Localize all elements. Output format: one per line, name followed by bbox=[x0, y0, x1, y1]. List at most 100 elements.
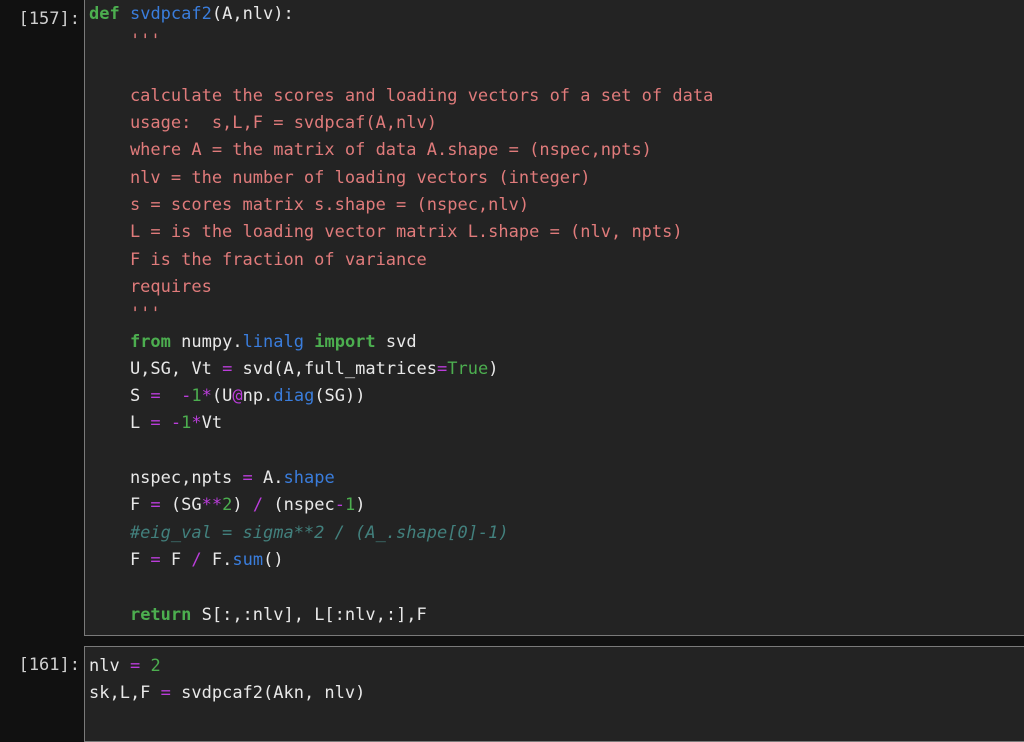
code-token: / bbox=[253, 495, 263, 515]
code-token: s = scores matrix s.shape = (nspec,nlv) bbox=[89, 195, 529, 215]
code-token: () bbox=[263, 550, 283, 570]
code-token: ** bbox=[202, 495, 222, 515]
code-line: U,SG, Vt = svd(A,full_matrices=True) bbox=[89, 356, 1024, 383]
code-token: S bbox=[89, 386, 150, 406]
code-token: (nspec bbox=[263, 495, 335, 515]
code-token bbox=[89, 59, 130, 79]
code-line: L = is the loading vector matrix L.shape… bbox=[89, 219, 1024, 246]
code-token bbox=[161, 413, 171, 433]
code-line bbox=[89, 56, 1024, 83]
code-line bbox=[89, 574, 1024, 601]
code-token: Vt bbox=[202, 413, 222, 433]
code-token: from bbox=[130, 332, 171, 352]
code-token: - bbox=[171, 413, 181, 433]
code-token: return bbox=[130, 605, 191, 625]
code-token: sum bbox=[232, 550, 263, 570]
code-line: sk,L,F = svdpcaf2(Akn, nlv) bbox=[89, 680, 1024, 707]
code-token: 1 bbox=[181, 413, 191, 433]
code-token: F bbox=[89, 495, 150, 515]
code-token: * bbox=[191, 413, 201, 433]
code-token: L bbox=[89, 413, 150, 433]
code-token bbox=[89, 577, 130, 597]
code-line: nlv = 2 bbox=[89, 653, 1024, 680]
code-line: return S[:,:nlv], L[:nlv,:],F bbox=[89, 602, 1024, 629]
code-token: import bbox=[314, 332, 375, 352]
code-token: 1 bbox=[191, 386, 201, 406]
cell-prompt-label: [161]: bbox=[0, 646, 84, 679]
code-token: ''' bbox=[89, 31, 161, 51]
code-token: diag bbox=[273, 386, 314, 406]
code-token: - bbox=[181, 386, 191, 406]
code-token: F. bbox=[202, 550, 233, 570]
code-token: / bbox=[191, 550, 201, 570]
code-token bbox=[120, 4, 130, 24]
code-token: 1 bbox=[345, 495, 355, 515]
code-editor-lines[interactable]: nlv = 2sk,L,F = svdpcaf2(Akn, nlv) bbox=[89, 653, 1024, 735]
code-token: @ bbox=[232, 386, 242, 406]
cell-input-area[interactable]: nlv = 2sk,L,F = svdpcaf2(Akn, nlv) bbox=[84, 646, 1024, 742]
code-token: ) bbox=[488, 359, 498, 379]
code-token bbox=[304, 332, 314, 352]
code-token: nspec,npts bbox=[89, 468, 243, 488]
code-token: svdpcaf2(Akn, nlv) bbox=[171, 683, 365, 703]
cell-input-area[interactable]: def svdpcaf2(A,nlv): ''' calculate the s… bbox=[84, 0, 1024, 636]
code-line: s = scores matrix s.shape = (nspec,nlv) bbox=[89, 192, 1024, 219]
code-line: F is the fraction of variance bbox=[89, 247, 1024, 274]
code-token: * bbox=[202, 386, 212, 406]
code-token: ''' bbox=[89, 304, 161, 324]
notebook-container: [157]: def svdpcaf2(A,nlv): ''' calculat… bbox=[0, 0, 1024, 737]
code-token: F bbox=[89, 550, 150, 570]
code-token: = bbox=[150, 495, 160, 515]
code-token: def bbox=[89, 4, 120, 24]
code-token: (SG bbox=[161, 495, 202, 515]
notebook-cell-code[interactable]: [157]: def svdpcaf2(A,nlv): ''' calculat… bbox=[0, 0, 1024, 636]
code-token: shape bbox=[284, 468, 335, 488]
code-line bbox=[89, 438, 1024, 465]
code-token: = bbox=[161, 683, 171, 703]
code-token: numpy. bbox=[171, 332, 243, 352]
code-line: ''' bbox=[89, 28, 1024, 55]
code-token: - bbox=[335, 495, 345, 515]
code-token: (SG)) bbox=[314, 386, 365, 406]
code-token: svd bbox=[376, 332, 417, 352]
code-token: nlv bbox=[89, 656, 130, 676]
code-line: where A = the matrix of data A.shape = (… bbox=[89, 137, 1024, 164]
code-token: svdpcaf2 bbox=[130, 4, 212, 24]
code-token: L = is the loading vector matrix L.shape… bbox=[89, 222, 683, 242]
code-token: True bbox=[447, 359, 488, 379]
code-token: = bbox=[437, 359, 447, 379]
code-token: 2 bbox=[150, 656, 160, 676]
code-line: nspec,npts = A.shape bbox=[89, 465, 1024, 492]
code-token: F is the fraction of variance bbox=[89, 250, 427, 270]
notebook-cell-code[interactable]: [161]: nlv = 2sk,L,F = svdpcaf2(Akn, nlv… bbox=[0, 646, 1024, 742]
code-line: ''' bbox=[89, 301, 1024, 328]
code-token: = bbox=[150, 386, 160, 406]
code-line: from numpy.linalg import svd bbox=[89, 329, 1024, 356]
cell-prompt-label: [157]: bbox=[0, 0, 84, 33]
code-line bbox=[89, 708, 1024, 735]
code-token: 2 bbox=[222, 495, 232, 515]
code-token: usage: s,L,F = svdpcaf(A,nlv) bbox=[89, 113, 437, 133]
code-token: requires bbox=[89, 277, 212, 297]
code-token: ) bbox=[232, 495, 252, 515]
code-token: U,SG, Vt bbox=[89, 359, 222, 379]
code-line: #eig_val = sigma**2 / (A_.shape[0]-1) bbox=[89, 520, 1024, 547]
code-token: #eig_val = sigma**2 / (A_.shape[0]-1) bbox=[89, 523, 509, 543]
code-token bbox=[89, 605, 130, 625]
code-token: where A = the matrix of data A.shape = (… bbox=[89, 140, 652, 160]
code-line: def svdpcaf2(A,nlv): bbox=[89, 1, 1024, 28]
code-line: calculate the scores and loading vectors… bbox=[89, 83, 1024, 110]
code-line: nlv = the number of loading vectors (int… bbox=[89, 165, 1024, 192]
code-line: requires bbox=[89, 274, 1024, 301]
code-token: A. bbox=[253, 468, 284, 488]
code-token: = bbox=[243, 468, 253, 488]
code-token bbox=[161, 386, 181, 406]
code-token: = bbox=[130, 656, 140, 676]
code-token: np. bbox=[243, 386, 274, 406]
code-token bbox=[89, 332, 130, 352]
code-line: usage: s,L,F = svdpcaf(A,nlv) bbox=[89, 110, 1024, 137]
code-token: = bbox=[150, 413, 160, 433]
code-token bbox=[89, 441, 130, 461]
code-token: svd(A,full_matrices bbox=[232, 359, 437, 379]
code-editor-lines[interactable]: def svdpcaf2(A,nlv): ''' calculate the s… bbox=[89, 1, 1024, 629]
